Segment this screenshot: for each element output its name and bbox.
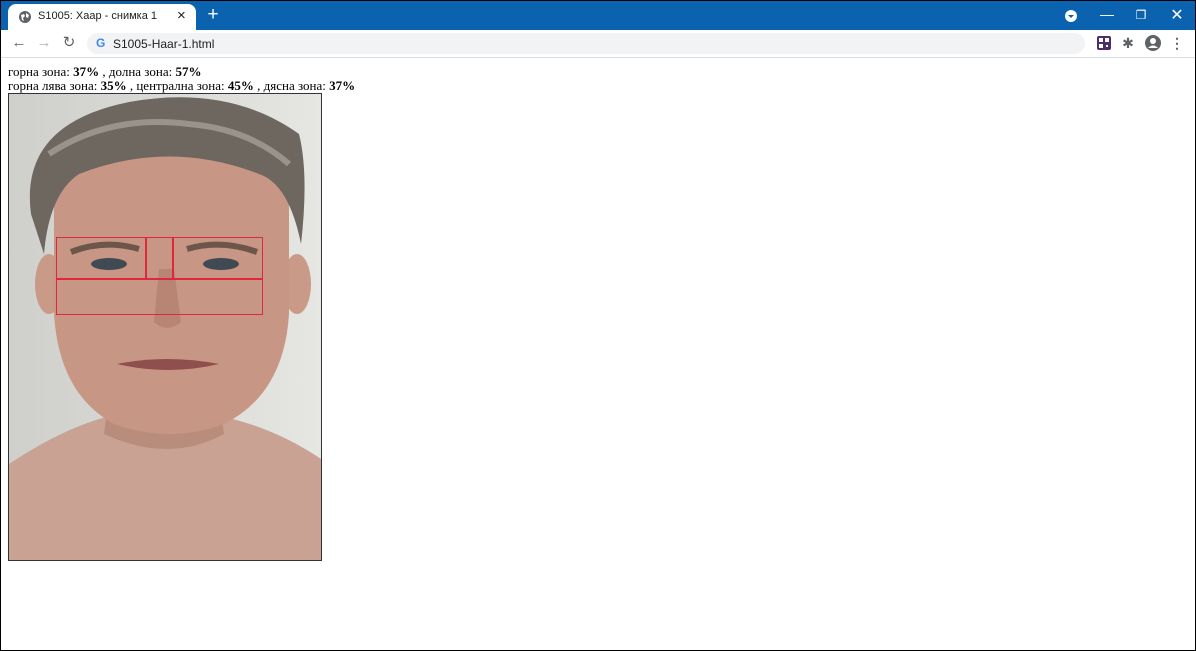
upper-zone-label: горна зона: bbox=[8, 64, 74, 79]
close-tab-icon[interactable]: × bbox=[177, 7, 186, 25]
tab-search-icon[interactable] bbox=[1064, 9, 1078, 23]
minimize-icon[interactable]: — bbox=[1097, 1, 1117, 30]
browser-window: S1005: Хаар - снимка 1 × + — ❐ ✕ ← → ↻ G… bbox=[0, 0, 1196, 651]
center-zone-value: 45% bbox=[227, 78, 254, 93]
upper-left-zone-label: горна лява зона: bbox=[8, 78, 101, 93]
reload-icon[interactable]: ↻ bbox=[60, 34, 78, 52]
tab-active[interactable]: S1005: Хаар - снимка 1 × bbox=[8, 4, 196, 30]
right-zone-value: 37% bbox=[329, 78, 356, 93]
lower-zone-value: 57% bbox=[175, 64, 202, 79]
separator: , bbox=[126, 78, 137, 93]
tab-title: S1005: Хаар - снимка 1 bbox=[38, 10, 158, 22]
qr-extension-icon[interactable] bbox=[1095, 34, 1113, 52]
page-content: горна зона: 37% , долна зона: 57% горна … bbox=[1, 58, 1195, 650]
google-icon: G bbox=[96, 36, 106, 50]
lower-zone-label: долна зона: bbox=[108, 64, 176, 79]
center-zone bbox=[146, 237, 173, 279]
tab-strip: S1005: Хаар - снимка 1 × + — ❐ ✕ bbox=[1, 1, 1195, 30]
browser-toolbar: ← → ↻ G S1005-Haar-1.html ✱ ⋮ bbox=[1, 30, 1195, 58]
new-tab-button[interactable]: + bbox=[204, 5, 222, 25]
zone-stats-line-2: горна лява зона: 35% , централна зона: 4… bbox=[8, 78, 355, 94]
puzzle-icon[interactable]: ✱ bbox=[1119, 34, 1137, 52]
separator: , bbox=[99, 64, 109, 79]
forward-icon[interactable]: → bbox=[35, 34, 53, 52]
upper-left-zone-value: 35% bbox=[100, 78, 127, 93]
separator: , bbox=[253, 78, 264, 93]
left-eye-zone bbox=[56, 237, 146, 279]
globe-icon bbox=[19, 11, 31, 23]
lower-face-zone bbox=[56, 279, 263, 315]
restore-icon[interactable]: ❐ bbox=[1131, 1, 1151, 30]
right-eye-zone bbox=[173, 237, 263, 279]
right-zone-label: дясна зона: bbox=[263, 78, 330, 93]
center-zone-label: централна зона: bbox=[136, 78, 228, 93]
profile-icon[interactable] bbox=[1144, 34, 1162, 52]
url-text: S1005-Haar-1.html bbox=[113, 37, 215, 51]
back-icon[interactable]: ← bbox=[10, 34, 28, 52]
close-window-icon[interactable]: ✕ bbox=[1167, 1, 1187, 30]
upper-zone-value: 37% bbox=[73, 64, 100, 79]
face-photo bbox=[8, 93, 322, 561]
portrait-illustration bbox=[9, 97, 321, 560]
more-vert-icon[interactable]: ⋮ bbox=[1168, 34, 1186, 52]
address-bar[interactable]: G S1005-Haar-1.html bbox=[87, 33, 1085, 54]
